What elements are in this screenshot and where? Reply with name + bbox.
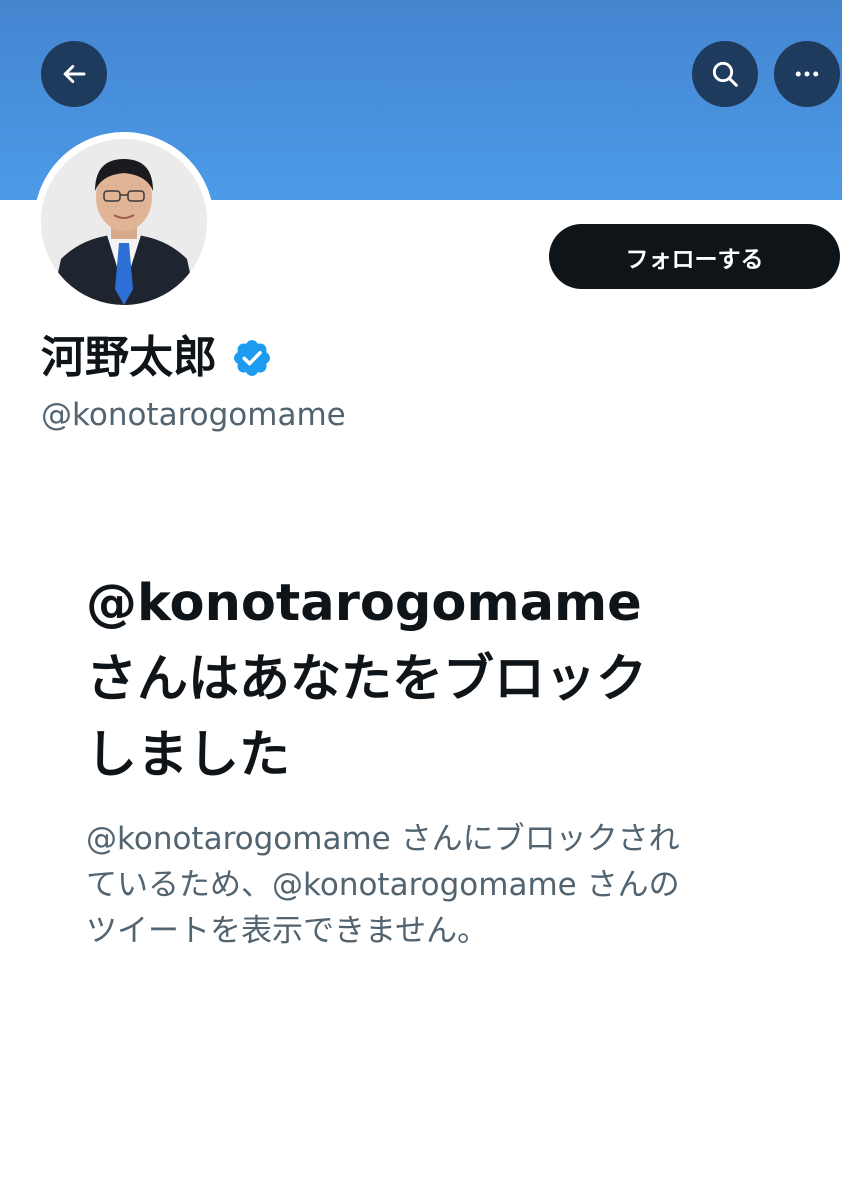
- block-notice-title: @konotarogomame さんはあなたをブロック しました: [86, 566, 786, 794]
- more-options-button[interactable]: [774, 41, 840, 107]
- block-title-line: @konotarogomame: [86, 574, 642, 633]
- block-notice-description: @konotarogomame さんにブロックされ ているため、@konotar…: [86, 816, 786, 954]
- arrow-left-icon: [59, 59, 89, 89]
- more-horizontal-icon: [792, 59, 822, 89]
- verified-badge-icon: [231, 337, 273, 379]
- search-button[interactable]: [692, 41, 758, 107]
- block-desc-line: @konotarogomame さんにブロックされ: [86, 821, 680, 857]
- block-title-line: さんはあなたをブロック: [86, 650, 648, 709]
- back-button[interactable]: [41, 41, 107, 107]
- search-icon: [709, 58, 741, 90]
- block-desc-line: ているため、@konotarogomame さんの: [86, 867, 680, 903]
- profile-avatar[interactable]: [34, 132, 214, 312]
- block-desc-line: ツイートを表示できません。: [86, 913, 489, 949]
- profile-name-row: 河野太郎: [41, 330, 273, 386]
- block-title-line: しました: [86, 726, 291, 785]
- display-name: 河野太郎: [41, 332, 217, 383]
- avatar-photo: [41, 139, 207, 305]
- profile-handle: @konotarogomame: [41, 397, 346, 433]
- follow-button[interactable]: フォローする: [549, 224, 840, 289]
